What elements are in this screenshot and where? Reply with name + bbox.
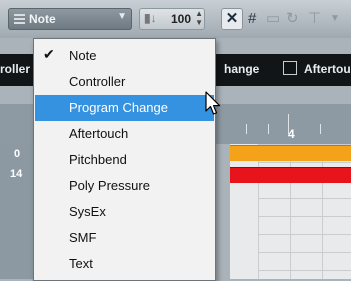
controller-label: roller (0, 62, 31, 76)
insert-velocity-icon[interactable]: ⊤ (308, 8, 321, 30)
menu-item-pitchbend[interactable]: Pitchbend (35, 147, 214, 173)
loop-icon[interactable]: ↻ (286, 8, 299, 30)
menu-item-program-change[interactable]: Program Change (35, 95, 214, 121)
velocity-value: 100 (171, 12, 192, 26)
snap-x-button[interactable]: ✕ (221, 8, 243, 30)
ruler-tick (268, 124, 269, 134)
menu-item-poly-pressure[interactable]: Poly Pressure (35, 173, 214, 199)
note-event[interactable] (230, 145, 351, 161)
lane-panel: 0 14 (0, 144, 34, 279)
program-change-label: hange (224, 62, 260, 76)
menu-item-text[interactable]: Text (35, 251, 214, 277)
quantize-icon[interactable]: ▭ (266, 8, 280, 30)
mouse-cursor-icon (205, 91, 221, 115)
menu-item-aftertouch[interactable]: Aftertouch (35, 121, 214, 147)
event-type-menu: ✔ Note Controller Program Change Afterto… (33, 38, 216, 281)
ruler-tick (320, 124, 321, 134)
event-type-select[interactable]: Note ▼ (8, 8, 132, 30)
menu-item-note[interactable]: ✔ Note (35, 43, 214, 69)
ruler-bar-label: 4 (288, 127, 295, 141)
grid-icon[interactable]: # (248, 8, 256, 30)
aftertouch-checkbox[interactable] (283, 61, 297, 75)
grid-area[interactable] (230, 144, 258, 279)
note-event-selected[interactable] (230, 167, 351, 183)
event-type-value: Note (29, 12, 56, 26)
velocity-field[interactable]: ▮↓ 100 ▲ ▼ (139, 8, 205, 30)
snap-x-icon: ✕ (225, 10, 239, 27)
aftertouch-label: Aftertou (304, 62, 351, 76)
chevron-down-icon[interactable]: ▼ (330, 8, 340, 30)
note-grid[interactable] (258, 144, 351, 279)
dropdown-arrow-icon: ▼ (117, 11, 127, 22)
ruler-tick (246, 124, 247, 134)
toolbar: Note ▼ ▮↓ 100 ▲ ▼ ✕ # ▭ ↻ ⊤ ▼ (0, 0, 351, 38)
spin-icon[interactable]: ▲ ▼ (195, 9, 203, 27)
lane-value: 14 (10, 168, 23, 180)
lane-value: 0 (14, 148, 21, 160)
menu-item-smf[interactable]: SMF (35, 225, 214, 251)
velocity-icon: ▮↓ (144, 11, 157, 25)
menu-item-controller[interactable]: Controller (35, 69, 214, 95)
check-icon: ✔ (43, 46, 55, 62)
menu-item-sysex[interactable]: SysEx (35, 199, 214, 225)
event-type-icon (14, 14, 25, 24)
